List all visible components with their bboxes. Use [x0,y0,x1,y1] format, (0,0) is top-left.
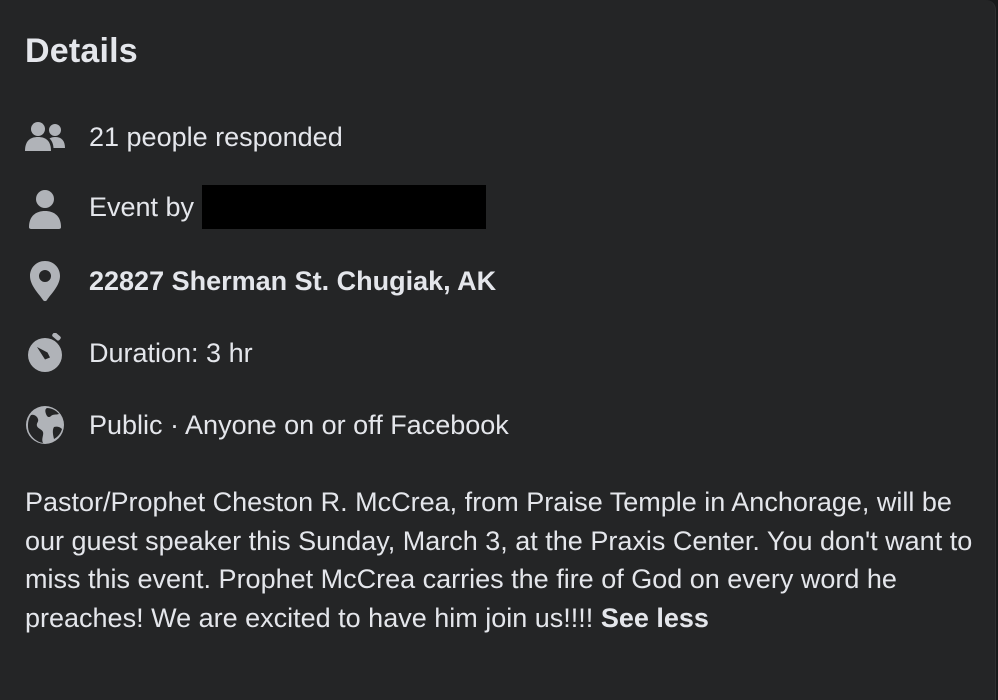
event-description: Pastor/Prophet Cheston R. McCrea, from P… [25,483,975,637]
privacy-row: Public · Anyone on or off Facebook [24,403,509,447]
location-row[interactable]: 22827 Sherman St. Chugiak, AK [24,259,496,303]
responded-count: 21 people responded [89,121,343,152]
event-details-card: Details 21 people responded Event by 228… [0,0,996,700]
people-icon [24,116,66,158]
details-heading: Details [25,32,138,70]
stopwatch-icon [24,332,66,374]
globe-icon [24,404,66,446]
event-address[interactable]: 22827 Sherman St. Chugiak, AK [89,266,496,297]
description-text: Pastor/Prophet Cheston R. McCrea, from P… [25,487,973,633]
responded-row[interactable]: 21 people responded [24,115,343,159]
map-pin-icon [24,260,66,302]
see-less-button[interactable]: See less [601,603,709,633]
redacted-host-name [202,185,487,229]
duration-row: Duration: 3 hr [24,331,253,375]
event-by-label: Event by [89,192,195,223]
event-duration: Duration: 3 hr [89,337,253,368]
host-row: Event by [24,185,487,231]
event-privacy: Public · Anyone on or off Facebook [89,409,509,440]
person-icon [24,188,66,230]
